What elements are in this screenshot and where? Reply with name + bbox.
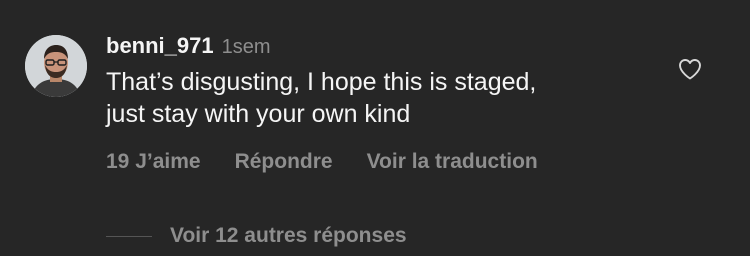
comment-header: benni_971 1sem (106, 33, 271, 59)
comment-text-line: just stay with your own kind (106, 100, 411, 128)
comment-text: That’s disgusting, I hope this is staged… (106, 66, 666, 130)
user-avatar-icon (25, 35, 87, 97)
comment-text-line: That’s disgusting, I hope this is staged… (106, 68, 537, 96)
timestamp: 1sem (221, 36, 271, 58)
username[interactable]: benni_971 (106, 33, 214, 59)
view-replies-label: Voir 12 autres réponses (170, 224, 407, 247)
replies-divider (106, 235, 152, 237)
view-replies-button[interactable]: Voir 12 autres réponses (106, 222, 407, 250)
reply-button[interactable]: Répondre (235, 150, 333, 174)
heart-outline-icon (679, 59, 701, 80)
comment-actions: 19 J’aime Répondre Voir la traduction (106, 148, 572, 176)
likes-count[interactable]: 19 J’aime (106, 150, 201, 174)
translate-button[interactable]: Voir la traduction (367, 150, 538, 174)
avatar[interactable] (25, 35, 87, 97)
comment: benni_971 1sem That’s disgusting, I hope… (0, 0, 750, 256)
like-button[interactable] (678, 58, 702, 80)
